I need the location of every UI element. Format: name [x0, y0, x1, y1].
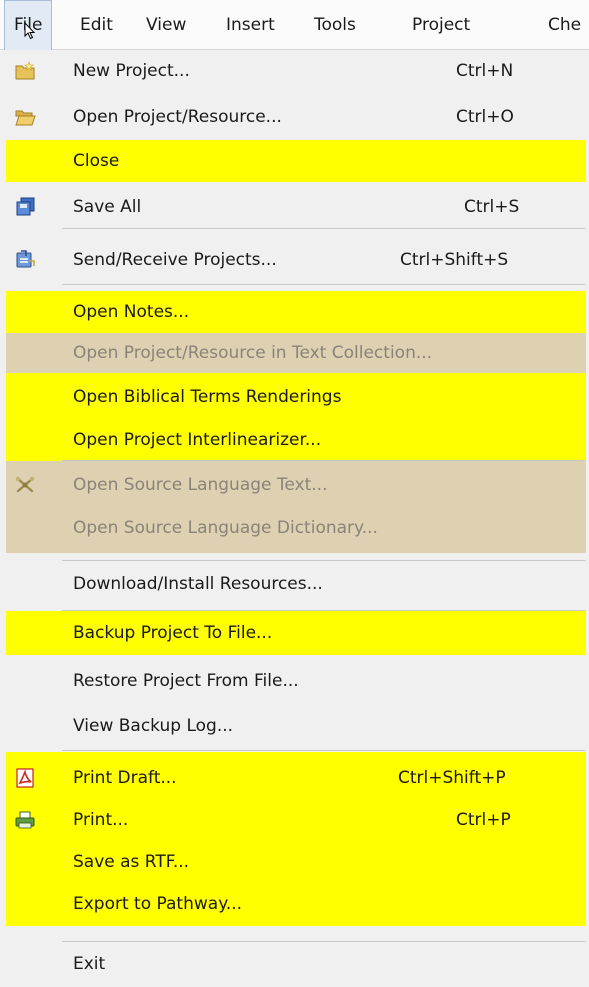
menu-item-shortcut: Ctrl+Shift+P [398, 768, 506, 788]
menu-item-open-project-resource[interactable]: Open Project/Resource... Ctrl+O [0, 98, 589, 137]
menu-item-label: Print Draft... [73, 768, 177, 788]
menu-separator [62, 610, 586, 611]
menu-item-label: Send/Receive Projects... [73, 250, 277, 270]
menu-item-print[interactable]: Print... Ctrl+P [0, 801, 589, 840]
menu-item-save-all[interactable]: Save All Ctrl+S [0, 188, 589, 227]
menu-item-export-to-pathway[interactable]: Export to Pathway... [0, 885, 589, 924]
menu-item-label: Restore Project From File... [73, 671, 299, 691]
send-receive-icon [16, 250, 35, 268]
menu-insert[interactable]: Insert [226, 0, 275, 50]
menu-item-backup-project[interactable]: Backup Project To File... [0, 614, 589, 653]
menu-project[interactable]: Project [412, 0, 470, 50]
menu-item-save-as-rtf[interactable]: Save as RTF... [0, 843, 589, 882]
menu-item-download-install-resources[interactable]: Download/Install Resources... [0, 565, 589, 604]
menu-view[interactable]: View [146, 0, 186, 50]
menu-item-close[interactable]: Close [0, 142, 589, 181]
menu-bar: File Edit View Insert Tools Project Che [0, 0, 589, 50]
menu-item-label: Open Notes... [73, 302, 190, 322]
menu-item-shortcut: Ctrl+O [456, 107, 514, 127]
menu-item-send-receive[interactable]: Send/Receive Projects... Ctrl+Shift+S [0, 241, 589, 280]
menu-item-label: Exit [73, 954, 106, 974]
menu-item-open-source-language-dictionary[interactable]: Open Source Language Dictionary... [0, 509, 589, 548]
menu-item-view-backup-log[interactable]: View Backup Log... [0, 707, 589, 746]
menu-separator [62, 560, 586, 561]
folder-new-icon [15, 61, 35, 80]
menu-item-label: Open Project Interlinearizer... [73, 430, 322, 450]
source-language-icon [15, 476, 35, 493]
menu-item-shortcut: Ctrl+P [456, 810, 511, 830]
menu-item-shortcut: Ctrl+Shift+S [400, 250, 509, 270]
menu-item-open-source-language-text[interactable]: Open Source Language Text... [0, 466, 589, 505]
menu-item-label: Open Project/Resource in Text Collection… [73, 343, 433, 363]
menu-item-label: Save as RTF... [73, 852, 190, 872]
menu-item-label: Open Biblical Terms Renderings [73, 387, 342, 407]
menu-separator [62, 941, 586, 942]
menu-checking[interactable]: Che [548, 0, 581, 50]
menu-item-label: Save All [73, 197, 142, 217]
save-all-icon [16, 197, 35, 216]
menu-item-shortcut: Ctrl+S [464, 197, 520, 217]
menu-separator [62, 284, 586, 285]
menu-item-label: Download/Install Resources... [73, 574, 323, 594]
menu-item-label: View Backup Log... [73, 716, 234, 736]
menu-item-print-draft[interactable]: Print Draft... Ctrl+Shift+P [0, 759, 589, 798]
menu-item-open-notes[interactable]: Open Notes... [0, 293, 589, 332]
menu-item-open-biblical-terms-renderings[interactable]: Open Biblical Terms Renderings [0, 378, 589, 417]
menu-item-label: Open Source Language Text... [73, 475, 328, 495]
menu-item-open-text-collection[interactable]: Open Project/Resource in Text Collection… [0, 334, 589, 373]
menu-tools[interactable]: Tools [314, 0, 356, 50]
menu-item-label: Backup Project To File... [73, 623, 273, 643]
menu-item-label: Open Source Language Dictionary... [73, 518, 378, 538]
menu-item-label: Print... [73, 810, 129, 830]
menu-item-restore-project[interactable]: Restore Project From File... [0, 662, 589, 701]
printer-icon [15, 811, 35, 829]
menu-separator [62, 460, 586, 461]
menu-item-label: New Project... [73, 61, 190, 81]
menu-separator [62, 228, 586, 229]
menu-item-exit[interactable]: Exit [0, 945, 589, 984]
menu-separator [62, 750, 586, 751]
menu-item-label: Open Project/Resource... [73, 107, 282, 127]
pdf-icon [16, 768, 34, 788]
menu-item-open-interlinearizer[interactable]: Open Project Interlinearizer... [0, 421, 589, 460]
menu-item-shortcut: Ctrl+N [456, 61, 514, 81]
menu-item-new-project[interactable]: New Project... Ctrl+N [0, 52, 589, 91]
file-menu-dropdown: New Project... Ctrl+N Open Project/Resou… [0, 50, 589, 987]
folder-open-icon [15, 110, 36, 126]
menu-item-label: Export to Pathway... [73, 894, 243, 914]
mouse-cursor-icon [24, 22, 36, 40]
menu-edit[interactable]: Edit [80, 0, 113, 50]
menu-item-label: Close [73, 151, 120, 171]
